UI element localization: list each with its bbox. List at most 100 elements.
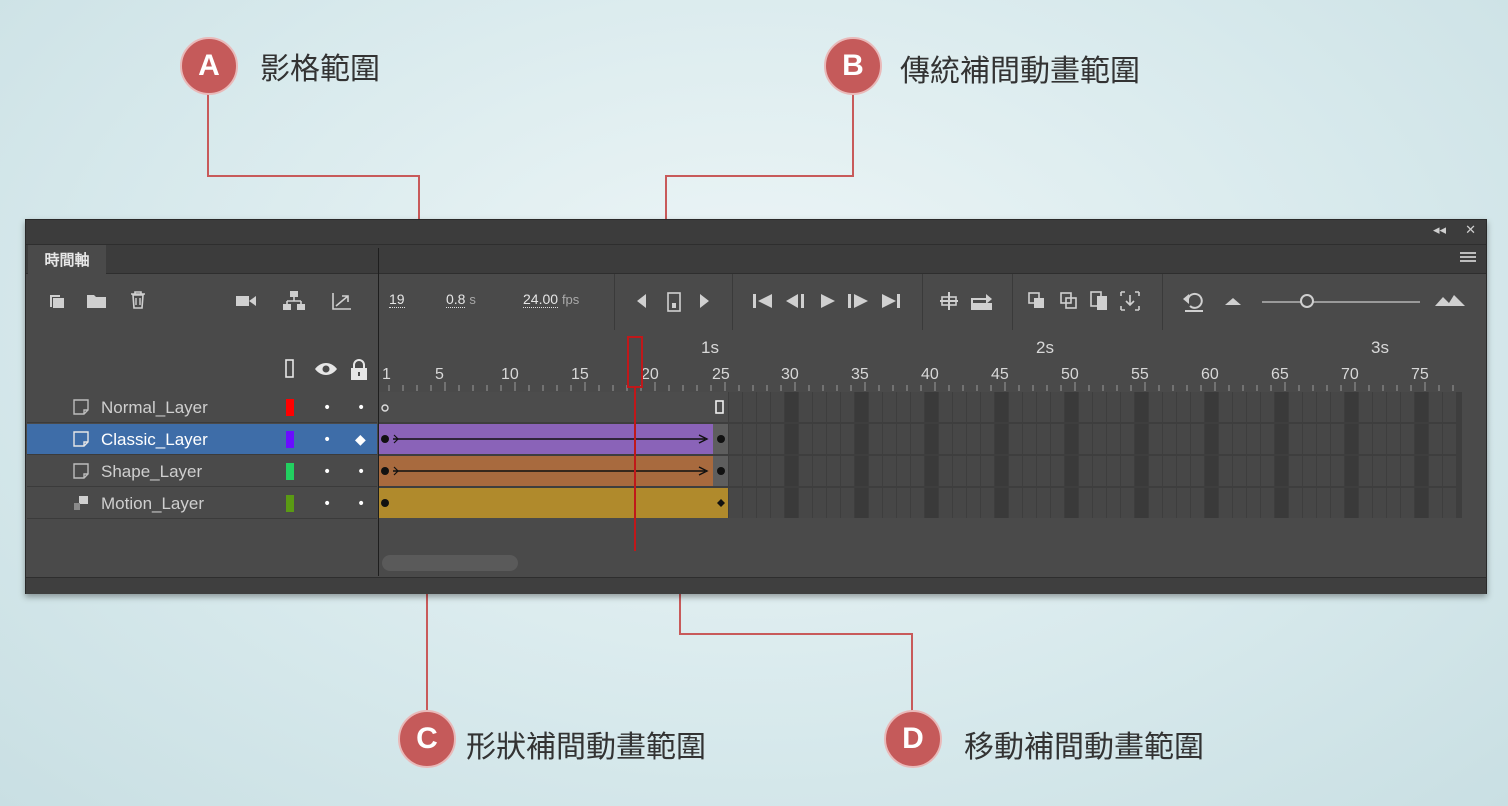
shape-tween-span[interactable]	[379, 456, 728, 486]
eye-icon[interactable]	[314, 359, 338, 383]
frame-cell	[1359, 424, 1372, 454]
frame-cell	[953, 392, 966, 422]
lock-dot[interactable]: •	[357, 400, 365, 416]
frame-cell	[1107, 456, 1120, 486]
frame-cell	[883, 456, 896, 486]
insert-frame-icon[interactable]	[938, 290, 960, 312]
frame-cell	[827, 392, 840, 422]
parent-icon[interactable]	[282, 290, 306, 312]
frame-cell	[757, 424, 770, 454]
last-frame-icon[interactable]	[880, 293, 902, 309]
frame-cell	[1345, 456, 1358, 486]
close-panel-icon[interactable]: ✕	[1465, 223, 1476, 238]
layer-name[interactable]: Motion_Layer	[101, 494, 204, 514]
normal-frame-span[interactable]	[379, 392, 728, 422]
elapsed-time-value[interactable]: 0.8	[446, 291, 466, 308]
tab-timeline[interactable]: 時間軸	[28, 245, 106, 274]
layer-color-swatch[interactable]	[286, 495, 294, 512]
layer-name[interactable]: Classic_Layer	[101, 430, 208, 450]
motion-tween-span[interactable]	[379, 488, 728, 518]
layer-color-swatch[interactable]	[286, 431, 294, 448]
onion-skin-icon[interactable]	[1027, 291, 1047, 311]
frame-cell	[1079, 392, 1092, 422]
layer-row-classic[interactable]: Classic_Layer • ◆	[27, 424, 377, 455]
visibility-dot[interactable]: •	[323, 496, 331, 512]
lock-dot[interactable]: •	[357, 464, 365, 480]
collapse-panel-icon[interactable]: ◂◂	[1433, 223, 1446, 238]
new-layer-icon[interactable]	[48, 292, 66, 310]
property-keyframe-icon	[717, 499, 725, 507]
panel-menu-icon[interactable]	[1460, 252, 1476, 264]
fps-value[interactable]: 24.00	[523, 291, 559, 308]
toolbar-separator	[922, 274, 923, 330]
layer-color-swatch[interactable]	[286, 463, 294, 480]
frame-cell	[1065, 456, 1078, 486]
play-icon[interactable]	[819, 293, 837, 309]
frame-cell	[967, 392, 980, 422]
zoom-in-icon[interactable]	[1434, 293, 1466, 307]
layer-row-normal[interactable]: Normal_Layer • •	[27, 392, 377, 423]
frame-cell	[1429, 488, 1442, 518]
step-forward-icon[interactable]	[698, 292, 712, 310]
frame-cell	[785, 424, 798, 454]
ruler-frame-label: 5	[435, 366, 444, 383]
prev-frame-icon[interactable]	[784, 293, 808, 309]
playhead-handle	[627, 336, 643, 388]
frame-cell	[1163, 488, 1176, 518]
fps-readout[interactable]: 24.00 fps	[523, 291, 579, 308]
layer-row-motion[interactable]: Motion_Layer • •	[27, 488, 377, 519]
ruler-second-label: 1s	[701, 338, 719, 357]
visibility-dot[interactable]: •	[323, 400, 331, 416]
onion-outline-icon[interactable]	[1059, 291, 1079, 311]
frame-cell	[743, 392, 756, 422]
zoom-out-icon[interactable]	[1224, 296, 1242, 306]
frame-grid[interactable]	[379, 392, 1462, 518]
layer-name[interactable]: Shape_Layer	[101, 462, 202, 482]
frame-cell	[1387, 488, 1400, 518]
frame-cell	[1317, 424, 1330, 454]
current-frame-readout[interactable]: 19	[389, 291, 405, 308]
layer-name[interactable]: Normal_Layer	[101, 398, 208, 418]
next-frame-icon[interactable]	[846, 293, 870, 309]
visibility-dot[interactable]: •	[323, 464, 331, 480]
step-back-icon[interactable]	[634, 292, 648, 310]
undo-icon[interactable]	[1182, 290, 1206, 312]
lock-dot[interactable]: •	[357, 496, 365, 512]
delete-icon[interactable]	[129, 290, 147, 310]
elapsed-time-readout[interactable]: 0.8 s	[446, 291, 476, 308]
center-frame-icon[interactable]	[666, 289, 682, 315]
toolbar-separator	[1162, 274, 1163, 330]
new-folder-icon[interactable]	[86, 292, 108, 310]
lock-icon[interactable]	[349, 359, 369, 385]
frame-cell	[967, 424, 980, 454]
frame-cell	[1415, 456, 1428, 486]
zoom-slider-track[interactable]	[1262, 301, 1420, 303]
classic-tween-span[interactable]	[379, 424, 728, 454]
loop-icon[interactable]	[969, 290, 995, 312]
visibility-dot[interactable]: •	[323, 432, 331, 448]
layer-row-shape[interactable]: Shape_Layer • •	[27, 456, 377, 487]
frame-cell	[1443, 456, 1456, 486]
lock-dot[interactable]: ◆	[355, 432, 366, 448]
frame-cell	[939, 456, 952, 486]
outline-header-icon[interactable]	[285, 359, 295, 383]
camera-icon[interactable]	[235, 293, 257, 309]
first-frame-icon[interactable]	[752, 293, 774, 309]
frame-cell	[1359, 456, 1372, 486]
frame-ruler[interactable]: 1s 2s 3s 1 5 10 15 20 25 30 35 40 45 50 …	[379, 330, 1462, 391]
layer-color-swatch[interactable]	[286, 399, 294, 416]
callout-a-badge: A	[180, 37, 238, 95]
frame-cell	[1261, 424, 1274, 454]
keyframe-icon	[381, 435, 389, 443]
graph-icon[interactable]	[331, 291, 353, 311]
current-frame-value[interactable]: 19	[389, 291, 405, 308]
edit-multiple-icon[interactable]	[1089, 290, 1109, 312]
blank-keyframe-icon	[381, 404, 389, 412]
frame-cell	[1219, 488, 1232, 518]
horizontal-scrollbar[interactable]	[382, 555, 518, 571]
frame-cell	[1317, 488, 1330, 518]
marker-icon[interactable]	[1119, 290, 1141, 312]
playhead[interactable]	[626, 336, 646, 552]
frame-cell	[1009, 488, 1022, 518]
zoom-slider-knob[interactable]	[1300, 294, 1314, 308]
